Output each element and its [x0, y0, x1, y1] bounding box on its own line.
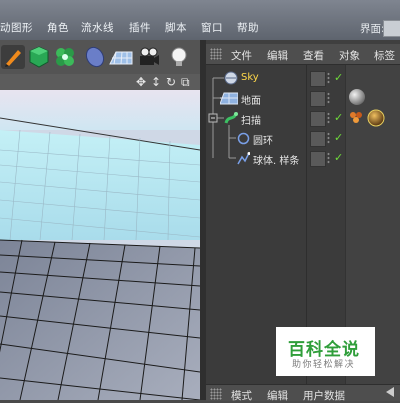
circle-spline-icon — [237, 132, 250, 145]
object-label: 扫描 — [241, 116, 261, 127]
render-dots[interactable] — [327, 132, 330, 144]
enabled-check-icon[interactable]: ✓ — [334, 131, 343, 144]
visibility-toggle[interactable] — [310, 91, 326, 107]
menu-script[interactable]: 脚本 — [165, 20, 187, 35]
enabled-check-icon[interactable]: ✓ — [334, 71, 343, 84]
subdivision-icon[interactable] — [52, 44, 78, 70]
attr-menu-userdata[interactable]: 用户数据 — [303, 388, 345, 403]
menu-window[interactable]: 窗口 — [201, 20, 223, 35]
camera-icon[interactable] — [136, 44, 162, 70]
floor-icon — [220, 92, 238, 105]
om-menu-tags[interactable]: 标签 — [374, 48, 395, 63]
object-label: 圆环 — [253, 136, 273, 147]
floor-grid-icon[interactable] — [108, 44, 134, 70]
spline-icon — [237, 152, 250, 165]
object-row-floor[interactable]: 地面 — [206, 89, 400, 108]
render-dots[interactable] — [327, 112, 330, 124]
3d-viewport[interactable] — [0, 90, 200, 400]
rotate-view-icon[interactable]: ↻ — [166, 75, 176, 89]
object-manager-menubar: 文件 编辑 查看 对象 标签 — [206, 44, 400, 65]
render-dots[interactable] — [327, 92, 330, 104]
grip-icon[interactable] — [210, 48, 222, 60]
layout-label: 界面: — [360, 23, 385, 35]
object-row-sky[interactable]: Sky — [206, 69, 400, 88]
object-label: Sky — [241, 72, 259, 83]
pan-view-icon[interactable]: ↕ — [151, 75, 161, 89]
menu-pipeline[interactable]: 流水线 — [81, 20, 114, 35]
om-menu-file[interactable]: 文件 — [231, 48, 252, 63]
object-label: 地面 — [241, 96, 261, 107]
object-row-circle[interactable]: 圆环 — [206, 129, 400, 148]
sweep-icon — [224, 112, 238, 124]
sky-backdrop — [0, 90, 200, 130]
texture-tag-icon[interactable] — [347, 108, 365, 126]
visibility-toggle[interactable] — [310, 151, 326, 167]
render-dots[interactable] — [327, 152, 330, 164]
material-tag-icon[interactable] — [366, 108, 386, 128]
back-arrow-icon[interactable] — [384, 386, 396, 398]
object-row-spline[interactable]: 球体. 样条 — [206, 149, 400, 168]
enabled-check-icon[interactable]: ✓ — [334, 151, 343, 164]
watermark-subtitle: 助你轻松解决 — [292, 360, 356, 370]
material-tag-icon[interactable] — [347, 87, 367, 107]
move-view-icon[interactable]: ✥ — [136, 75, 146, 89]
maximize-view-icon[interactable]: ⧉ — [181, 75, 190, 90]
om-menu-edit[interactable]: 编辑 — [267, 48, 288, 63]
light-bulb-icon[interactable] — [166, 44, 192, 70]
attr-menu-mode[interactable]: 模式 — [231, 388, 252, 403]
visibility-toggle[interactable] — [310, 71, 326, 87]
object-label: 球体. 样条 — [253, 156, 300, 167]
cube-primitive-icon[interactable] — [26, 44, 52, 70]
toolbar — [0, 40, 200, 75]
visibility-toggle[interactable] — [310, 131, 326, 147]
viewport-header: ✥ ↕ ↻ ⧉ — [0, 74, 200, 91]
om-menu-object[interactable]: 对象 — [339, 48, 360, 63]
menubar: 动图形 角色 流水线 插件 脚本 窗口 帮助 — [0, 0, 400, 40]
sky-icon — [224, 71, 238, 85]
pen-tool-icon[interactable] — [0, 44, 26, 70]
deformer-icon[interactable] — [82, 44, 108, 70]
menu-character[interactable]: 角色 — [47, 20, 69, 35]
menu-help[interactable]: 帮助 — [237, 20, 259, 35]
visibility-toggle[interactable] — [310, 111, 326, 127]
menu-mograph[interactable]: 动图形 — [0, 20, 33, 35]
om-menu-view[interactable]: 查看 — [303, 48, 324, 63]
enabled-check-icon[interactable]: ✓ — [334, 111, 343, 124]
viewport-scene — [0, 90, 200, 400]
menu-plugins[interactable]: 插件 — [129, 20, 151, 35]
render-dots[interactable] — [327, 72, 330, 84]
grip-icon[interactable] — [210, 388, 222, 400]
attr-menu-edit[interactable]: 编辑 — [267, 388, 288, 403]
layout-select[interactable] — [383, 20, 400, 37]
